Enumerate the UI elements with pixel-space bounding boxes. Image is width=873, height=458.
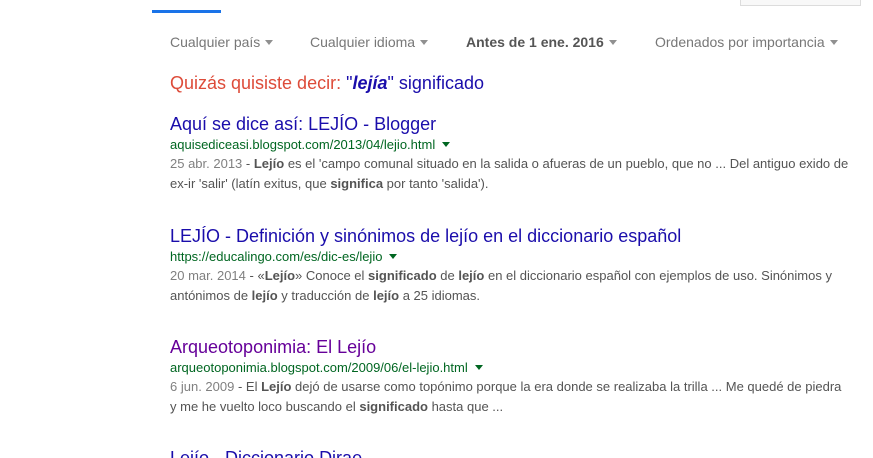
result-title-link[interactable]: LEJÍO - Definición y sinónimos de lejío …: [170, 224, 850, 248]
chevron-down-icon[interactable]: [442, 142, 451, 147]
search-result: Arqueotoponimia: El Lejío arqueotoponimi…: [170, 335, 850, 417]
chevron-down-icon: [265, 40, 274, 45]
chevron-down-icon[interactable]: [389, 254, 398, 259]
result-title-link[interactable]: Aquí se dice así: LEJÍO - Blogger: [170, 112, 850, 136]
result-url[interactable]: https://educalingo.com/es/dic-es/lejio: [170, 249, 382, 264]
result-title-link[interactable]: Lejío - Diccionario Dirae: [170, 446, 362, 458]
result-url[interactable]: aquisediceasi.blogspot.com/2013/04/lejio…: [170, 137, 435, 152]
result-snippet: 6 jun. 2009 - El Lejío dejó de usarse co…: [170, 377, 850, 417]
language-filter-label: Cualquier idioma: [310, 34, 416, 50]
sort-filter-dropdown[interactable]: Ordenados por importancia: [655, 33, 838, 51]
snippet-text: a 25 idiomas.: [399, 288, 481, 303]
snippet-text: - El: [234, 379, 262, 394]
close-quote: ": [387, 73, 394, 93]
result-date: 6 jun. 2009: [170, 379, 235, 394]
search-result: LEJÍO - Definición y sinónimos de lejío …: [170, 224, 850, 306]
suggestion-rest: significado: [398, 73, 484, 93]
chevron-down-icon: [829, 40, 838, 45]
chevron-down-icon: [608, 40, 617, 45]
snippet-text: de: [436, 268, 459, 283]
result-title-link[interactable]: Arqueotoponimia: El Lejío: [170, 335, 850, 359]
result-snippet: 20 mar. 2014 - «Lejío» Conoce el signifi…: [170, 266, 850, 306]
search-result: Aquí se dice así: LEJÍO - Blogger aquise…: [170, 112, 850, 194]
snippet-highlight: Lejío: [264, 268, 296, 283]
snippet-highlight: significa: [330, 176, 384, 191]
result-date: 25 abr. 2013: [170, 156, 243, 171]
result-url[interactable]: arqueotoponimia.blogspot.com/2009/06/el-…: [170, 360, 468, 375]
spelling-suggestion: Quizás quisiste decir: "lejía" significa…: [170, 71, 484, 95]
spelling-suggestion-lead: Quizás quisiste decir:: [170, 73, 342, 93]
chevron-down-icon[interactable]: [474, 365, 483, 370]
country-filter-dropdown[interactable]: Cualquier país: [170, 33, 274, 51]
active-tab-indicator: [152, 10, 221, 13]
snippet-highlight: significado: [368, 268, 437, 283]
settings-button[interactable]: [740, 0, 861, 6]
chevron-down-icon: [420, 40, 429, 45]
spelling-suggestion-link[interactable]: "lejía" significado: [346, 73, 484, 93]
snippet-text: -: [242, 156, 254, 171]
snippet-highlight: lejío: [458, 268, 485, 283]
result-url-line: https://educalingo.com/es/dic-es/lejio: [170, 248, 850, 265]
search-results-page: Cualquier país Cualquier idioma Antes de…: [0, 0, 873, 458]
sort-filter-label: Ordenados por importancia: [655, 34, 825, 50]
snippet-text: y traducción de: [277, 288, 374, 303]
snippet-highlight: Lejío: [261, 379, 292, 394]
snippet-highlight: lejío: [373, 288, 400, 303]
snippet-highlight: lejío: [251, 288, 278, 303]
snippet-text: - «: [245, 268, 265, 283]
corrected-word: lejía: [352, 73, 388, 93]
date-filter-label: Antes de 1 ene. 2016: [466, 34, 604, 50]
snippet-text: hasta que ...: [427, 399, 504, 414]
snippet-highlight: significado: [359, 399, 428, 414]
result-date: 20 mar. 2014: [170, 268, 246, 283]
language-filter-dropdown[interactable]: Cualquier idioma: [310, 33, 429, 51]
snippet-text: por tanto 'salida').: [383, 176, 489, 191]
result-snippet: 25 abr. 2013 - Lejío es el 'campo comuna…: [170, 154, 850, 194]
snippet-text: » Conoce el: [295, 268, 369, 283]
snippet-highlight: Lejío: [253, 156, 285, 171]
result-url-line: aquisediceasi.blogspot.com/2013/04/lejio…: [170, 136, 850, 153]
country-filter-label: Cualquier país: [170, 34, 261, 50]
date-filter-dropdown[interactable]: Antes de 1 ene. 2016: [466, 33, 617, 51]
result-url-line: arqueotoponimia.blogspot.com/2009/06/el-…: [170, 359, 850, 376]
